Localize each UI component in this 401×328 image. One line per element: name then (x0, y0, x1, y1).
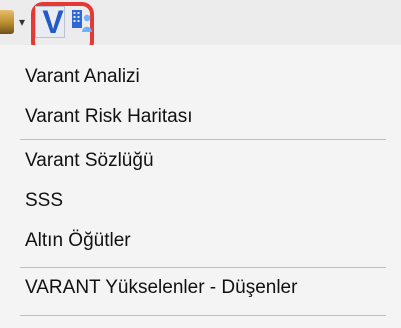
dropdown-menu: Varant Analizi Varant Risk Haritası Vara… (0, 45, 401, 328)
menu-item-varant-risk-haritasi[interactable]: Varant Risk Haritası (0, 97, 401, 137)
app-screen: ▾ V Varant Analizi Varant Risk Haritası … (0, 0, 401, 328)
menu-item-altin-ogutler[interactable]: Altın Öğütler (0, 221, 401, 261)
chevron-down-icon[interactable]: ▾ (19, 16, 27, 28)
menu-item-varant-yukselenler-dusenler[interactable]: VARANT Yükselenler - Düşenler (0, 268, 401, 308)
v-icon: V (42, 4, 64, 40)
menu-separator (20, 139, 386, 140)
menu-item-varant-analizi[interactable]: Varant Analizi (0, 57, 401, 97)
menu-item-varant-sozlugu[interactable]: Varant Sözlüğü (0, 141, 401, 181)
menu-item-sss[interactable]: SSS (0, 181, 401, 221)
folder-icon[interactable] (0, 10, 14, 34)
toolbar: ▾ V (0, 0, 401, 54)
menu-separator (20, 315, 386, 316)
building-person-icon[interactable] (71, 8, 93, 34)
